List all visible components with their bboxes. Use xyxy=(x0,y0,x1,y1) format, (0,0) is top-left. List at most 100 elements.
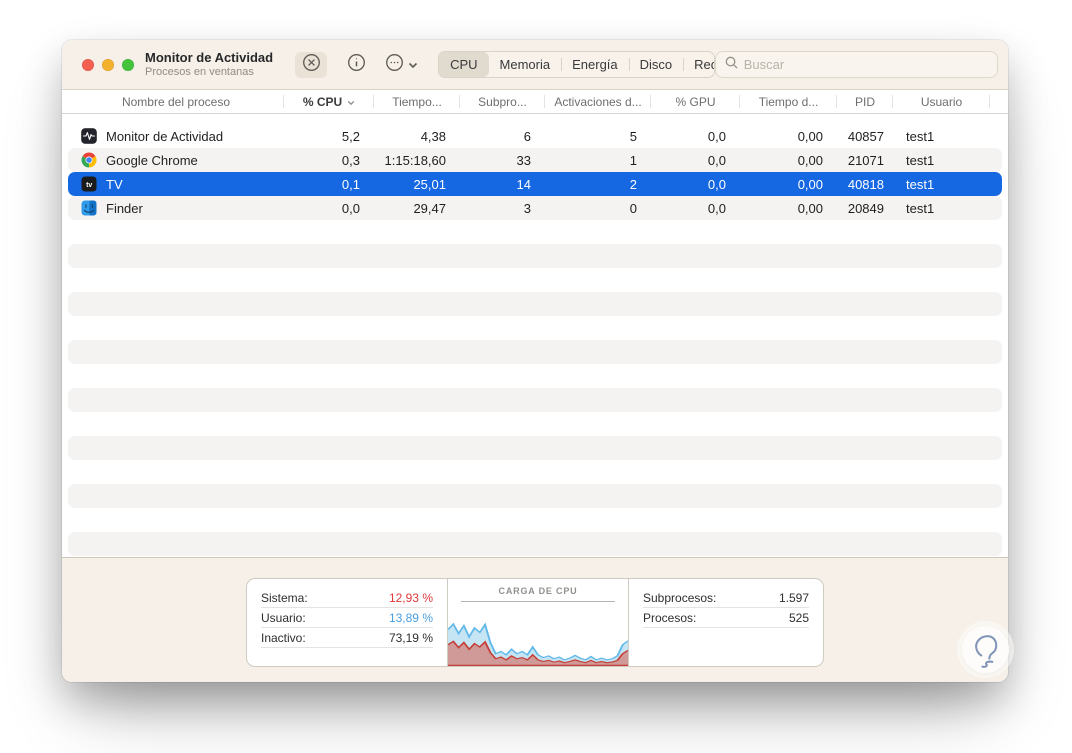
empty-row xyxy=(68,316,1002,340)
info-circle-icon xyxy=(347,53,366,77)
cell-subpro: 14 xyxy=(516,176,531,192)
process-row-google-chrome[interactable]: Google Chrome 0,3 1:15:18,60 33 1 0,0 0,00 2107… xyxy=(68,148,1002,172)
cell-cpu: 0,0 xyxy=(341,200,360,216)
stat-label: Subprocesos: xyxy=(643,590,717,605)
close-button[interactable] xyxy=(82,58,94,71)
cell-pid: 21071 xyxy=(847,152,884,168)
toolbar-buttons xyxy=(295,51,418,78)
process-name-label: Monitor de Actividad xyxy=(106,128,224,144)
column-header-filler xyxy=(990,90,1002,113)
column-header-tiempo-d[interactable]: Tiempo d... xyxy=(740,90,837,113)
cell-cpu: 5,2 xyxy=(341,128,360,144)
cell-subpro: 3 xyxy=(523,200,531,216)
chrome-icon xyxy=(81,152,97,168)
x-circle-icon xyxy=(302,53,321,77)
column-header-label: % GPU xyxy=(675,94,716,109)
empty-row xyxy=(68,388,1002,412)
cell-tiempo: 1:15:18,60 xyxy=(384,152,446,168)
tab-red[interactable]: Red xyxy=(683,52,714,77)
cell-cpu: 0,1 xyxy=(341,176,360,192)
cell-process-name: Monitor de Actividad xyxy=(68,128,284,144)
stat-label: Procesos: xyxy=(643,610,697,625)
cell-gpu: 0,0 xyxy=(707,128,726,144)
view-tab-bar: CPUMemoriaEnergíaDiscoRed xyxy=(438,51,715,78)
tab-energ-a[interactable]: Energía xyxy=(561,52,629,77)
process-table-header: Nombre del proceso % CPU Tiempo... Subpro..… xyxy=(62,90,1008,114)
column-header-label: Tiempo d... xyxy=(758,94,819,109)
tab-memoria[interactable]: Memoria xyxy=(489,52,562,77)
cpu-stat-sistema: Sistema: 12,93 % xyxy=(261,588,433,608)
empty-row xyxy=(68,460,1002,484)
cell-usuario: test1 xyxy=(906,176,935,192)
column-header-label: Subpro... xyxy=(478,94,527,109)
stat-value: 12,93 % xyxy=(388,590,433,605)
process-row-finder[interactable]: Finder 0,0 29,47 3 0 0,0 0,00 20849 test1 xyxy=(68,196,1002,220)
quit-process-button[interactable] xyxy=(295,51,328,78)
empty-row xyxy=(68,532,1002,556)
sort-descending-icon xyxy=(347,95,355,109)
empty-row xyxy=(68,508,1002,532)
ellipsis-circle-icon xyxy=(385,53,404,77)
stat-value: 525 xyxy=(788,610,809,625)
window-title: Monitor de Actividad xyxy=(145,50,274,66)
process-row-tv[interactable]: tv TV 0,1 25,01 14 2 0,0 0,00 40818 test1 xyxy=(68,172,1002,196)
cpu-usage-stats: Sistema: 12,93 % Usuario: 13,89 % Inactivo: 7… xyxy=(247,579,447,666)
title-bar: Monitor de Actividad Procesos en ventana… xyxy=(62,40,1008,90)
process-stat-subprocesos: Subprocesos: 1.597 xyxy=(643,588,809,608)
stat-value: 13,89 % xyxy=(388,610,433,625)
traffic-lights xyxy=(82,58,134,71)
search-field[interactable] xyxy=(714,51,998,78)
process-count-stats: Subprocesos: 1.597 Procesos: 525 xyxy=(629,579,823,666)
search-input[interactable] xyxy=(743,57,988,72)
cell-tiempo_d: 0,00 xyxy=(797,200,823,216)
empty-row xyxy=(68,292,1002,316)
column-header-nombre-del-proceso[interactable]: Nombre del proceso xyxy=(68,90,284,113)
column-header-pid[interactable]: PID xyxy=(837,90,893,113)
column-header-subpro[interactable]: Subpro... xyxy=(460,90,545,113)
tab-disco[interactable]: Disco xyxy=(628,52,684,77)
cell-activaciones: 2 xyxy=(629,176,637,192)
cell-tiempo: 25,01 xyxy=(413,176,446,192)
column-header-label: PID xyxy=(854,94,875,109)
cell-tiempo: 29,47 xyxy=(413,200,446,216)
column-header-tiempo[interactable]: Tiempo... xyxy=(374,90,460,113)
column-header-label: Activaciones d... xyxy=(554,94,642,109)
cell-cpu: 0,3 xyxy=(341,152,360,168)
cell-usuario: test1 xyxy=(906,200,935,216)
cell-tiempo: 4,38 xyxy=(420,128,446,144)
more-options-button[interactable] xyxy=(385,52,418,78)
column-header-activaciones-d[interactable]: Activaciones d... xyxy=(545,90,651,113)
search-icon xyxy=(725,56,738,74)
process-table: Monitor de Actividad 5,2 4,38 6 5 0,0 0,00 4085… xyxy=(62,114,1008,557)
process-stat-procesos: Procesos: 525 xyxy=(643,608,809,628)
process-row-monitor-de-actividad[interactable]: Monitor de Actividad 5,2 4,38 6 5 0,0 0,00 4085… xyxy=(68,124,1002,148)
tab-cpu[interactable]: CPU xyxy=(439,52,489,77)
inspect-process-button[interactable] xyxy=(340,52,372,78)
cell-tiempo_d: 0,00 xyxy=(797,176,823,192)
process-name-label: Finder xyxy=(106,200,143,216)
empty-row xyxy=(68,436,1002,460)
cell-pid: 20849 xyxy=(847,200,884,216)
cell-usuario: test1 xyxy=(906,152,935,168)
cpu-load-area-chart xyxy=(448,622,628,666)
column-header-gpu[interactable]: % GPU xyxy=(651,90,740,113)
stat-label: Usuario: xyxy=(261,610,306,625)
tv-icon: tv xyxy=(81,176,97,192)
cell-process-name: Google Chrome xyxy=(68,152,284,168)
cell-pid: 40818 xyxy=(847,176,884,192)
cell-subpro: 33 xyxy=(516,152,531,168)
cell-activaciones: 5 xyxy=(629,128,637,144)
lightbulb-icon xyxy=(974,634,997,668)
activity-monitor-window: Monitor de Actividad Procesos en ventana… xyxy=(62,40,1009,682)
cell-tiempo_d: 0,00 xyxy=(797,128,823,144)
empty-row xyxy=(68,268,1002,292)
footer-stats-bar: Sistema: 12,93 % Usuario: 13,89 % Inactivo: 7… xyxy=(62,557,1009,682)
window-subtitle: Procesos en ventanas xyxy=(145,65,254,78)
column-header-cpu[interactable]: % CPU xyxy=(284,90,374,113)
cell-pid: 40857 xyxy=(847,128,884,144)
minimize-button[interactable] xyxy=(102,58,114,71)
column-header-usuario[interactable]: Usuario xyxy=(893,90,990,113)
zoom-button[interactable] xyxy=(122,58,134,71)
cell-tiempo_d: 0,00 xyxy=(797,152,823,168)
empty-row xyxy=(68,220,1002,244)
